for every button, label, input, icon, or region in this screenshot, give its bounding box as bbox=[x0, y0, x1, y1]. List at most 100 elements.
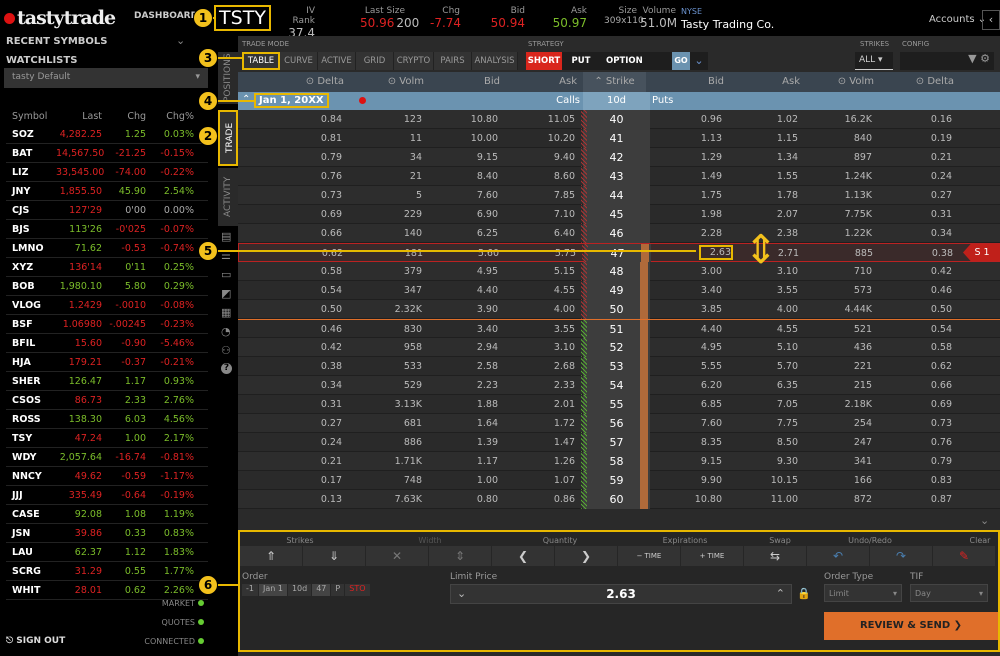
option-row[interactable]: 0.62 181 5.60 5.75 47 2.63 2.71 885 0.38 S 1 bbox=[238, 243, 1000, 263]
put-ask[interactable]: 1.15 bbox=[728, 133, 798, 144]
strike[interactable]: 40 bbox=[583, 110, 650, 129]
expiration-row[interactable]: ⌃ Jan 1, 20XX Calls 10d Puts bbox=[238, 92, 1000, 110]
put-bid[interactable]: 6.85 bbox=[650, 399, 722, 410]
call-delta[interactable]: 0.54 bbox=[238, 285, 342, 296]
call-volume[interactable]: 11 bbox=[348, 133, 422, 144]
put-ask[interactable]: 1.02 bbox=[728, 114, 798, 125]
call-delta[interactable]: 0.24 bbox=[238, 437, 342, 448]
review-send-button[interactable]: REVIEW & SEND ❯ bbox=[824, 612, 998, 640]
call-ask[interactable]: 3.55 bbox=[504, 324, 575, 335]
option-row[interactable]: 0.76 21 8.40 8.60 43 1.49 1.55 1.24K 0.24 bbox=[238, 167, 1000, 186]
put-volume[interactable]: 215 bbox=[804, 380, 872, 391]
call-delta[interactable]: 0.58 bbox=[238, 266, 342, 277]
call-delta[interactable]: 0.42 bbox=[238, 342, 342, 353]
column-header-volm[interactable]: ⊙ Volm bbox=[348, 76, 424, 87]
collapse-icon[interactable]: ‹ bbox=[982, 10, 1000, 30]
call-volume[interactable]: 34 bbox=[348, 152, 422, 163]
strikes-select[interactable]: ALL ▾ bbox=[855, 52, 893, 70]
call-ask[interactable]: 1.47 bbox=[504, 437, 575, 448]
watchlist-row[interactable]: NNCY 49.62 -0.59 -1.17% bbox=[6, 467, 208, 486]
strike-up-button[interactable]: ⇑ bbox=[240, 546, 302, 566]
watchlist-row[interactable]: WHIT 28.01 0.62 2.26% bbox=[6, 581, 208, 600]
put-delta[interactable]: 0.34 bbox=[878, 228, 952, 239]
watchlist-row[interactable]: BFIL 15.60 -0.90 -5.46% bbox=[6, 334, 208, 353]
call-volume[interactable]: 533 bbox=[348, 361, 422, 372]
call-ask[interactable]: 6.40 bbox=[504, 228, 575, 239]
put-bid[interactable]: 9.15 bbox=[650, 456, 722, 467]
watchlist-row[interactable]: LMNO 71.62 -0.53 -0.74% bbox=[6, 239, 208, 258]
mode-pairs[interactable]: PAIRS bbox=[434, 52, 472, 70]
strike[interactable]: 43 bbox=[583, 167, 650, 186]
call-bid[interactable]: 1.00 bbox=[428, 475, 498, 486]
put-volume[interactable]: 221 bbox=[804, 361, 872, 372]
call-volume[interactable]: 7.63K bbox=[348, 494, 422, 505]
option-row[interactable]: 0.31 3.13K 1.88 2.01 55 6.85 7.05 2.18K 0.69 bbox=[238, 395, 1000, 414]
column-header-delta[interactable]: ⊙ Delta bbox=[238, 76, 344, 87]
strike[interactable]: 45 bbox=[583, 205, 650, 224]
put-volume[interactable]: 573 bbox=[804, 285, 872, 296]
watchlist-row[interactable]: SCRG 31.29 0.55 1.77% bbox=[6, 562, 208, 581]
put-volume[interactable]: 710 bbox=[804, 266, 872, 277]
accounts-dropdown[interactable]: Accounts ⌄ bbox=[929, 14, 986, 25]
increase-price-icon[interactable]: ⌃ bbox=[776, 587, 785, 600]
put-volume[interactable]: 247 bbox=[804, 437, 872, 448]
call-volume[interactable]: 3.13K bbox=[348, 399, 422, 410]
put-ask[interactable]: 10.15 bbox=[728, 475, 798, 486]
call-volume[interactable]: 681 bbox=[348, 418, 422, 429]
put-delta[interactable]: 0.73 bbox=[878, 418, 952, 429]
column-header-strike[interactable]: ⌃ Strike bbox=[583, 72, 646, 92]
call-delta[interactable]: 0.81 bbox=[238, 133, 342, 144]
call-bid[interactable]: 1.64 bbox=[428, 418, 498, 429]
put-delta[interactable]: 0.79 bbox=[878, 456, 952, 467]
watchlist-row[interactable]: CJS 127'29 0'00 0.00% bbox=[6, 201, 208, 220]
put-delta[interactable]: 0.42 bbox=[878, 266, 952, 277]
quantity-increase-button[interactable]: ❯ bbox=[555, 546, 617, 566]
put-volume[interactable]: 1.22K bbox=[804, 228, 872, 239]
option-row[interactable]: 0.34 529 2.23 2.33 54 6.20 6.35 215 0.66 bbox=[238, 376, 1000, 395]
put-ask[interactable]: 11.00 bbox=[728, 494, 798, 505]
put-delta[interactable]: 0.46 bbox=[878, 285, 952, 296]
call-bid[interactable]: 1.39 bbox=[428, 437, 498, 448]
put-delta[interactable]: 0.24 bbox=[878, 171, 952, 182]
call-ask[interactable]: 1.72 bbox=[504, 418, 575, 429]
watchlist-row[interactable]: TSY 47.24 1.00 2.17% bbox=[6, 429, 208, 448]
put-delta[interactable]: 0.83 bbox=[878, 475, 952, 486]
mode-analysis[interactable]: ANALYSIS bbox=[472, 52, 518, 70]
call-volume[interactable]: 830 bbox=[348, 324, 422, 335]
put-bid[interactable]: 8.35 bbox=[650, 437, 722, 448]
call-ask[interactable]: 5.15 bbox=[504, 266, 575, 277]
put-ask[interactable]: 5.10 bbox=[728, 342, 798, 353]
put-volume[interactable]: 885 bbox=[805, 248, 873, 259]
call-bid[interactable]: 2.58 bbox=[428, 361, 498, 372]
call-delta[interactable]: 0.73 bbox=[238, 190, 342, 201]
put-delta[interactable]: 0.16 bbox=[878, 114, 952, 125]
option-row[interactable]: 0.81 11 10.00 10.20 41 1.13 1.15 840 0.19 bbox=[238, 129, 1000, 148]
expiration-earlier-button[interactable]: − TIME bbox=[618, 546, 680, 566]
option-row[interactable]: 0.46 830 3.40 3.55 51 4.40 4.55 521 0.54 bbox=[238, 319, 1000, 339]
watchlist-row[interactable]: LIZ 33,545.00 -74.00 -0.22% bbox=[6, 163, 208, 182]
tab-trade[interactable]: TRADE bbox=[218, 110, 238, 166]
tab-positions[interactable]: POSITIONS bbox=[218, 52, 238, 104]
call-delta[interactable]: 0.34 bbox=[238, 380, 342, 391]
put-delta[interactable]: 0.21 bbox=[878, 152, 952, 163]
watchlist-row[interactable]: BAT 14,567.50 -21.25 -0.15% bbox=[6, 144, 208, 163]
option-row[interactable]: 0.13 7.63K 0.80 0.86 60 10.80 11.00 872 0.87 bbox=[238, 490, 1000, 509]
put-bid[interactable]: 6.20 bbox=[650, 380, 722, 391]
put-bid[interactable]: 7.60 bbox=[650, 418, 722, 429]
watchlist-row[interactable]: BOB 1,980.10 5.80 0.29% bbox=[6, 277, 208, 296]
clear-button[interactable]: ✎ bbox=[933, 546, 995, 566]
call-bid[interactable]: 2.23 bbox=[428, 380, 498, 391]
put-bid[interactable]: 3.00 bbox=[650, 266, 722, 277]
call-delta[interactable]: 0.13 bbox=[238, 494, 342, 505]
put-volume[interactable]: 897 bbox=[804, 152, 872, 163]
put-delta[interactable]: 0.38 bbox=[879, 248, 953, 259]
put-volume[interactable]: 254 bbox=[804, 418, 872, 429]
call-bid[interactable]: 6.90 bbox=[428, 209, 498, 220]
option-row[interactable]: 0.50 2.32K 3.90 4.00 50 3.85 4.00 4.44K 0.50 bbox=[238, 300, 1000, 319]
put-volume[interactable]: 1.13K bbox=[804, 190, 872, 201]
chevron-down-icon[interactable]: ⌄ bbox=[690, 52, 708, 70]
chevron-down-icon[interactable]: ⌄ bbox=[980, 514, 989, 527]
put-bid[interactable]: 1.49 bbox=[650, 171, 722, 182]
put-ask[interactable]: 8.50 bbox=[728, 437, 798, 448]
call-bid[interactable]: 7.60 bbox=[428, 190, 498, 201]
